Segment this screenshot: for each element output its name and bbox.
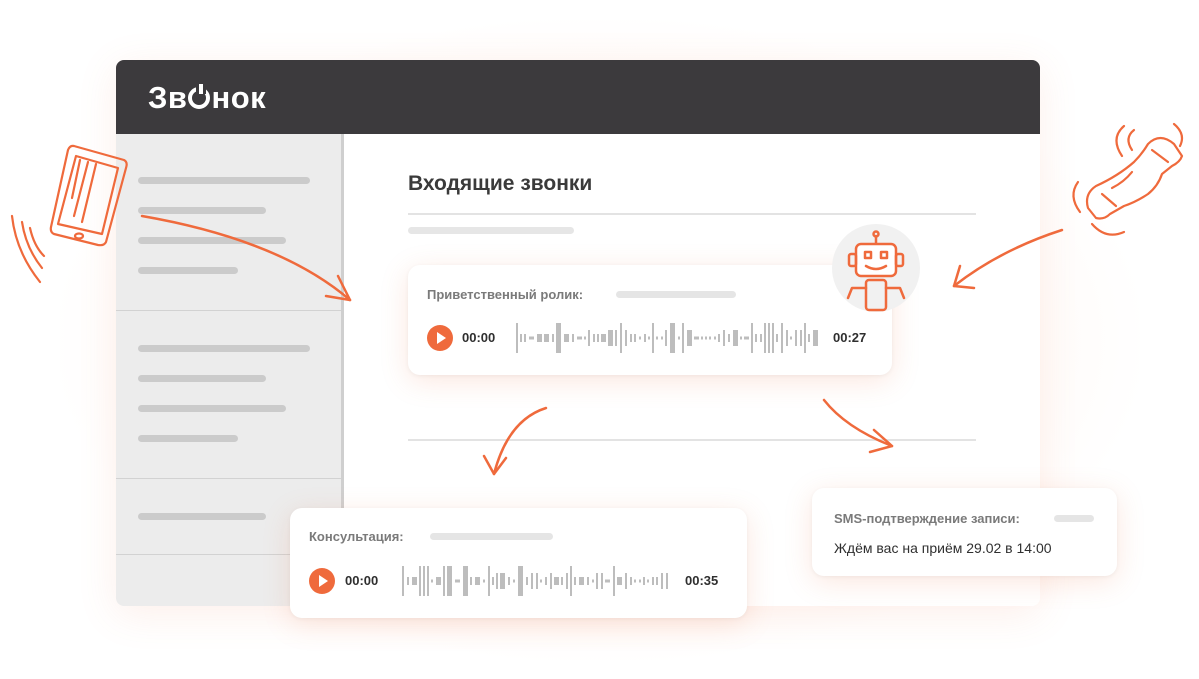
arrow-icon — [140, 214, 1064, 476]
